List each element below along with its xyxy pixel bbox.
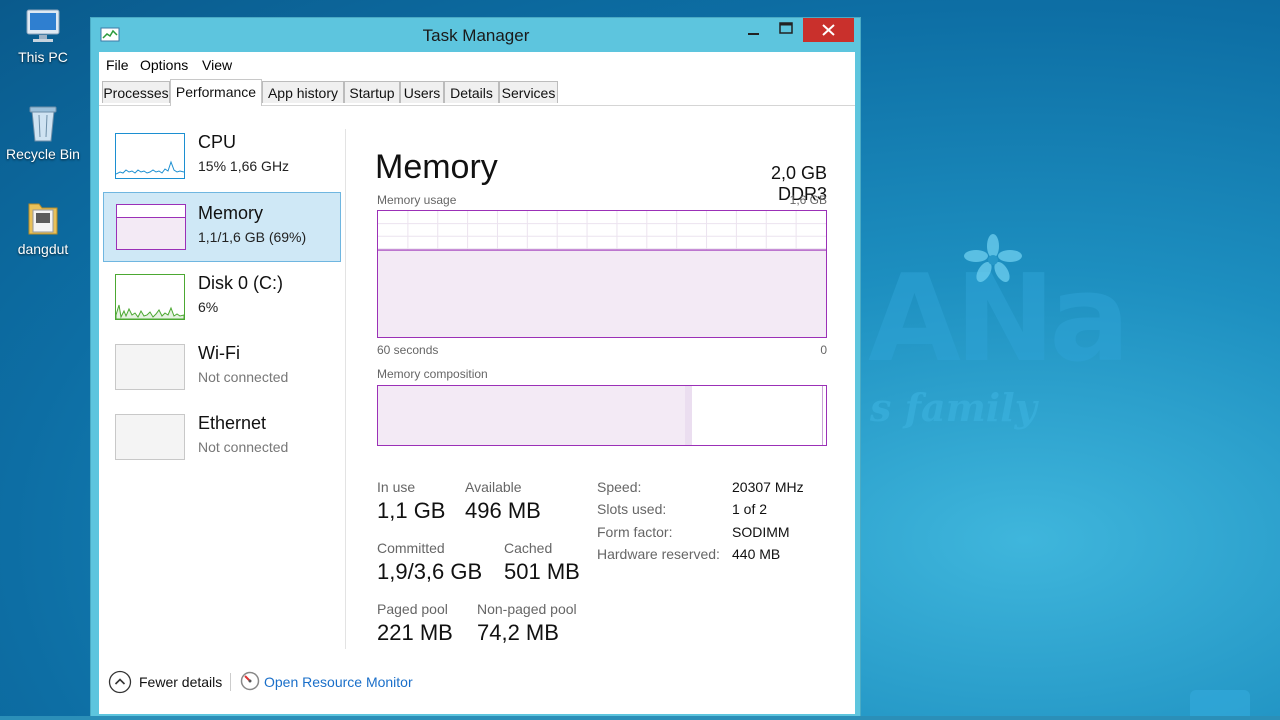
- stat-nonpaged-pool-value: 74,2 MB: [477, 620, 559, 645]
- wifi-thumbnail-graph: [115, 344, 185, 390]
- footer-separator: [230, 673, 231, 691]
- resource-title: Disk 0 (C:): [198, 273, 283, 293]
- resource-subtitle: 15% 1,66 GHz: [198, 158, 290, 174]
- memory-usage-label: Memory usage: [377, 193, 457, 207]
- prop-hw-reserved-value: 440 MB: [732, 546, 781, 562]
- desktop-icon-label: This PC: [18, 49, 68, 65]
- cpu-thumbnail-graph: [115, 133, 185, 179]
- resource-subtitle: Not connected: [198, 369, 289, 385]
- close-icon: [822, 24, 835, 36]
- stat-in-use-label: In use: [377, 479, 416, 495]
- maximize-button[interactable]: [771, 18, 801, 42]
- prop-speed-label: Speed:: [597, 479, 642, 495]
- minimize-button[interactable]: [739, 18, 769, 42]
- prop-form-factor-label: Form factor:: [597, 524, 673, 540]
- task-manager-window: Task Manager File Options View Processes…: [90, 17, 861, 720]
- prop-form-factor-value: SODIMM: [732, 524, 790, 540]
- resource-title: Ethernet: [198, 413, 267, 433]
- resource-title: Memory: [198, 203, 264, 223]
- page-title: Memory: [375, 148, 498, 186]
- desktop-icon-label: Recycle Bin: [6, 146, 80, 162]
- resource-monitor-label: Open Resource Monitor: [264, 674, 413, 690]
- stat-cached-value: 501 MB: [504, 559, 580, 584]
- desktop-icon-label: dangdut: [17, 241, 69, 257]
- tab-details[interactable]: Details: [444, 81, 499, 103]
- resource-item-cpu[interactable]: CPU 15% 1,66 GHz: [104, 122, 340, 190]
- tab-app-history[interactable]: App history: [262, 81, 344, 103]
- stat-committed-value: 1,9/3,6 GB: [377, 559, 483, 584]
- graph-time-axis-end: 0: [820, 343, 827, 357]
- resource-list: CPU 15% 1,66 GHz Memory 1,1/1,6 GB (69%)…: [99, 112, 344, 652]
- resource-item-disk[interactable]: Disk 0 (C:) 6%: [104, 263, 340, 331]
- tab-startup[interactable]: Startup: [344, 81, 400, 103]
- resource-subtitle: 1,1/1,6 GB (69%): [198, 229, 307, 245]
- memory-composition-bar: [377, 385, 827, 446]
- resource-item-wifi[interactable]: Wi-Fi Not connected: [104, 333, 340, 401]
- menu-bar: File Options View: [99, 52, 855, 78]
- desktop-icon-this-pc[interactable]: This PC: [0, 8, 86, 65]
- disk-thumbnail-graph: [115, 274, 185, 320]
- desktop-icon-dangdut[interactable]: dangdut: [0, 198, 86, 257]
- resource-subtitle: 6%: [198, 299, 219, 315]
- tab-users[interactable]: Users: [400, 81, 444, 103]
- graph-time-axis-label: 60 seconds: [377, 343, 439, 357]
- prop-hw-reserved-label: Hardware reserved:: [597, 546, 720, 562]
- resource-item-ethernet[interactable]: Ethernet Not connected: [104, 403, 340, 471]
- chevron-up-circle-icon: [108, 670, 132, 694]
- menu-options[interactable]: Options: [140, 57, 188, 73]
- computer-icon: [26, 9, 60, 42]
- wallpaper-flower-icon: [964, 234, 1022, 282]
- stat-paged-pool-value: 221 MB: [377, 620, 453, 645]
- title-bar[interactable]: Task Manager: [91, 18, 860, 52]
- composition-standby-segment[interactable]: [691, 386, 823, 445]
- composition-in-use-segment[interactable]: [378, 386, 686, 445]
- resource-title: Wi-Fi: [198, 343, 240, 363]
- window-client: File Options View Processes Performance …: [99, 52, 855, 714]
- prop-slots-label: Slots used:: [597, 501, 667, 517]
- memory-composition-label: Memory composition: [377, 367, 488, 381]
- prop-speed-value: 20307 MHz: [732, 479, 804, 495]
- ethernet-thumbnail-graph: [115, 414, 185, 460]
- memory-thumbnail-graph: [116, 204, 186, 250]
- desktop-icon-recycle-bin[interactable]: Recycle Bin: [0, 103, 86, 162]
- stat-cached-label: Cached: [504, 540, 553, 556]
- folder-icon: [28, 203, 58, 235]
- stat-nonpaged-pool-label: Non-paged pool: [477, 601, 577, 617]
- tab-strip: Processes Performance App history Startu…: [99, 79, 855, 106]
- stat-available-label: Available: [465, 479, 522, 495]
- tab-performance[interactable]: Performance: [170, 79, 262, 106]
- stat-committed-label: Committed: [377, 540, 445, 556]
- menu-view[interactable]: View: [202, 57, 232, 73]
- taskbar-edge: [0, 716, 1280, 720]
- stat-paged-pool-label: Paged pool: [377, 601, 448, 617]
- wallpaper-graphic-script: s family: [870, 385, 1037, 430]
- menu-file[interactable]: File: [106, 57, 129, 73]
- memory-usage-graph: [377, 210, 827, 338]
- prop-slots-value: 1 of 2: [732, 501, 768, 517]
- maximize-icon: [779, 22, 793, 34]
- resource-item-memory[interactable]: Memory 1,1/1,6 GB (69%): [103, 192, 341, 262]
- tab-services[interactable]: Services: [499, 81, 558, 103]
- resource-monitor-icon: [240, 671, 260, 691]
- fewer-details-label: Fewer details: [139, 674, 223, 690]
- pane-divider: [345, 129, 346, 649]
- stat-in-use-value: 1,1 GB: [377, 498, 446, 523]
- memory-usage-max: 1,6 GB: [789, 193, 827, 207]
- stat-available-value: 496 MB: [465, 498, 541, 523]
- minimize-icon: [748, 33, 759, 35]
- recycle-bin-icon: [29, 106, 57, 142]
- footer-bar: Fewer details Open Resource Monitor: [99, 666, 855, 706]
- tab-processes[interactable]: Processes: [102, 81, 170, 103]
- resource-title: CPU: [198, 132, 237, 152]
- close-button[interactable]: [803, 18, 854, 42]
- resource-subtitle: Not connected: [198, 439, 289, 455]
